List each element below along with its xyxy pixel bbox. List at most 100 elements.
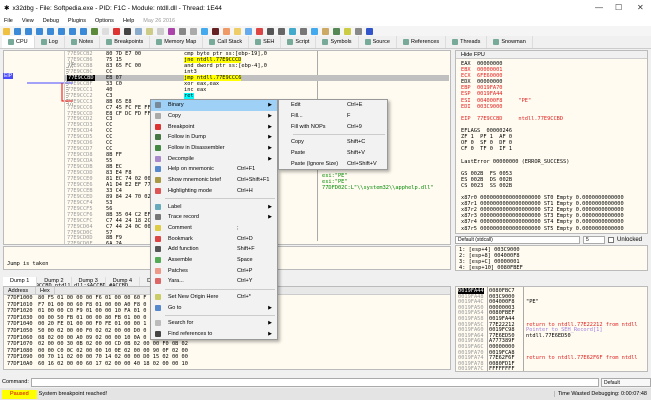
menu-item-highlighting-mode[interactable]: Highlighting mode Ctrl+H bbox=[151, 186, 277, 197]
toolbar-button-icon[interactable] bbox=[124, 27, 131, 35]
tab-call-stack[interactable]: Call Stack bbox=[203, 36, 250, 48]
tab-notes[interactable]: Notes bbox=[65, 36, 101, 48]
toolbar-button-icon[interactable] bbox=[201, 27, 208, 35]
toolbar-button-icon[interactable] bbox=[289, 27, 296, 35]
minimize-button[interactable]: — bbox=[595, 3, 603, 12]
toolbar-button-icon[interactable] bbox=[344, 27, 351, 35]
tab-dump-1[interactable]: Dump 1 bbox=[3, 277, 38, 286]
tab-snowman[interactable]: Snowman bbox=[487, 36, 533, 48]
menu-item-set-new-origin-here[interactable]: Set New Origin Here Ctrl+* bbox=[151, 292, 277, 303]
toolbar-button-icon[interactable] bbox=[267, 27, 274, 35]
menu-item-add-function[interactable]: Add function Shift+F bbox=[151, 244, 277, 255]
menu-item-patches[interactable]: Patches Ctrl+P bbox=[151, 265, 277, 276]
toolbar-button-icon[interactable] bbox=[234, 27, 241, 35]
lock-checkbox[interactable] bbox=[608, 236, 614, 243]
tab-symbols[interactable]: Symbols bbox=[316, 36, 359, 48]
menu-item-comment[interactable]: Comment; bbox=[151, 223, 277, 234]
close-button[interactable]: ✕ bbox=[637, 3, 644, 12]
toolbar-button-icon[interactable] bbox=[102, 27, 109, 35]
toolbar-button-icon[interactable] bbox=[47, 27, 54, 35]
tab-log[interactable]: Log bbox=[35, 36, 65, 48]
menu-plugins[interactable]: Plugins bbox=[68, 18, 86, 24]
dump-row[interactable]: 77DF1070 02 00 00 30 0B 02 00 00 CD 0B 02… bbox=[7, 341, 450, 348]
toolbar-button-icon[interactable] bbox=[14, 27, 21, 35]
menu-item-copy[interactable]: Copy ▶ bbox=[151, 111, 277, 122]
toolbar-button-icon[interactable] bbox=[80, 27, 87, 35]
toolbar-button-icon[interactable] bbox=[135, 27, 142, 35]
menu-options[interactable]: Options bbox=[95, 18, 114, 24]
toolbar-button-icon[interactable] bbox=[311, 27, 318, 35]
menu-item-paste[interactable]: Paste Shift+V bbox=[279, 148, 387, 159]
stack-row[interactable]: 0019FA7C FFFFFFFF bbox=[456, 366, 646, 372]
tab-breakpoints[interactable]: Breakpoints bbox=[100, 36, 151, 48]
menu-item-follow-in-dump[interactable]: Follow in Dump ▶ bbox=[151, 132, 277, 143]
menu-item-fill[interactable]: Fill... F bbox=[279, 111, 387, 122]
menu-item-go-to[interactable]: Go to ▶ bbox=[151, 302, 277, 313]
toolbar-button-icon[interactable] bbox=[278, 27, 285, 35]
tab-cpu[interactable]: CPU bbox=[2, 36, 35, 48]
toolbar-button-icon[interactable] bbox=[245, 27, 252, 35]
tab-script[interactable]: Script bbox=[281, 36, 317, 48]
calling-convention-select[interactable]: Default (stdcall) bbox=[455, 235, 580, 244]
menu-item-search-for[interactable]: Search for ▶ bbox=[151, 318, 277, 329]
menu-item-copy[interactable]: Copy Shift+C bbox=[279, 137, 387, 148]
tab-seh[interactable]: SEH bbox=[249, 36, 282, 48]
arg-count-spinner[interactable]: 5 bbox=[583, 235, 605, 244]
menu-item-breakpoint[interactable]: Breakpoint ▶ bbox=[151, 121, 277, 132]
tab-memory-map[interactable]: Memory Map bbox=[150, 36, 204, 48]
menu-item-show-mnemonic-brief[interactable]: Show mnemonic brief Ctrl+Shift+F1 bbox=[151, 175, 277, 186]
menu-file[interactable]: File bbox=[4, 18, 13, 24]
menu-item-edit[interactable]: Edit Ctrl+E bbox=[279, 100, 387, 111]
menu-item-assemble[interactable]: Assemble Space bbox=[151, 255, 277, 266]
tab-dump-2[interactable]: Dump 2 bbox=[37, 277, 72, 286]
hex-column-header[interactable]: Hex bbox=[36, 287, 55, 294]
menu-item-follow-in-disassembler[interactable]: Follow in Disassembler ▶ bbox=[151, 143, 277, 154]
toolbar-button-icon[interactable] bbox=[333, 27, 340, 35]
toolbar-button-icon[interactable] bbox=[212, 27, 219, 35]
toolbar-button-icon[interactable] bbox=[322, 27, 329, 35]
menu-item-help-on-mnemonic[interactable]: Help on mnemonic Ctrl+F1 bbox=[151, 164, 277, 175]
stack-view[interactable]: 0019FA44 0080FBC7 0019FA48 003C9000 0019FA4C… bbox=[455, 286, 648, 372]
toolbar-button-icon[interactable] bbox=[300, 27, 307, 35]
toolbar-button-icon[interactable] bbox=[25, 27, 32, 35]
toolbar-button-icon[interactable] bbox=[91, 27, 98, 35]
toolbar-button-icon[interactable] bbox=[366, 27, 373, 35]
menu-item-find-references-to[interactable]: Find references to ▶ bbox=[151, 329, 277, 340]
menu-view[interactable]: View bbox=[22, 18, 34, 24]
menu-item-fill-with-nops[interactable]: Fill with NOPs Ctrl+9 bbox=[279, 121, 387, 132]
toolbar-button-icon[interactable] bbox=[256, 27, 263, 35]
menu-item-label[interactable]: Label ▶ bbox=[151, 201, 277, 212]
dump-row[interactable]: 77DF10A0 60 16 02 00 00 60 17 02 00 00 40… bbox=[7, 361, 450, 368]
menu-item-trace-record[interactable]: Trace record ▶ bbox=[151, 212, 277, 223]
toolbar-button-icon[interactable] bbox=[179, 27, 186, 35]
toolbar-button-icon[interactable] bbox=[223, 27, 230, 35]
toolbar-button-icon[interactable] bbox=[113, 27, 120, 35]
toolbar-button-icon[interactable] bbox=[3, 27, 10, 35]
toolbar-button-icon[interactable] bbox=[157, 27, 164, 35]
hide-fpu-button[interactable]: Hide FPU bbox=[456, 51, 647, 59]
menu-debug[interactable]: Debug bbox=[43, 18, 59, 24]
tab-references[interactable]: References bbox=[397, 36, 447, 48]
menu-item-yara[interactable]: Yara... Ctrl+Y bbox=[151, 276, 277, 287]
command-mode-select[interactable]: Default bbox=[601, 377, 651, 387]
menu-item-paste-ignore-size[interactable]: Paste (Ignore Size) Ctrl+Shift+V bbox=[279, 158, 387, 169]
address-column-header[interactable]: Address bbox=[4, 287, 36, 294]
toolbar-button-icon[interactable] bbox=[146, 27, 153, 35]
menu-item-decompile[interactable]: Decompile ▶ bbox=[151, 153, 277, 164]
menu-help[interactable]: Help bbox=[123, 18, 134, 24]
maximize-button[interactable]: ☐ bbox=[615, 3, 622, 12]
tab-source[interactable]: Source bbox=[359, 36, 397, 48]
toolbar-button-icon[interactable] bbox=[36, 27, 43, 35]
tab-dump-3[interactable]: Dump 3 bbox=[72, 277, 106, 286]
menu-item-binary[interactable]: Binary ▶ bbox=[151, 100, 277, 111]
command-input[interactable] bbox=[30, 377, 599, 387]
register-line[interactable]: x87r5 0000000000000000000 ST5 Empty 0.00… bbox=[461, 226, 642, 232]
tab-threads[interactable]: Threads bbox=[446, 36, 488, 48]
toolbar-button-icon[interactable] bbox=[69, 27, 76, 35]
dump-row[interactable]: 77DF1090 00 70 11 02 00 00 70 14 02 00 00… bbox=[7, 354, 450, 361]
register-line[interactable]: x87r4 0000000000000000000 ST4 Empty 0.00… bbox=[461, 219, 642, 225]
dump-row[interactable]: 77DF1080 00 00 C0 0C 02 00 00 10 0E 02 00… bbox=[7, 348, 450, 355]
toolbar-button-icon[interactable] bbox=[58, 27, 65, 35]
toolbar-button-icon[interactable] bbox=[190, 27, 197, 35]
menu-item-bookmark[interactable]: Bookmark Ctrl+D bbox=[151, 233, 277, 244]
